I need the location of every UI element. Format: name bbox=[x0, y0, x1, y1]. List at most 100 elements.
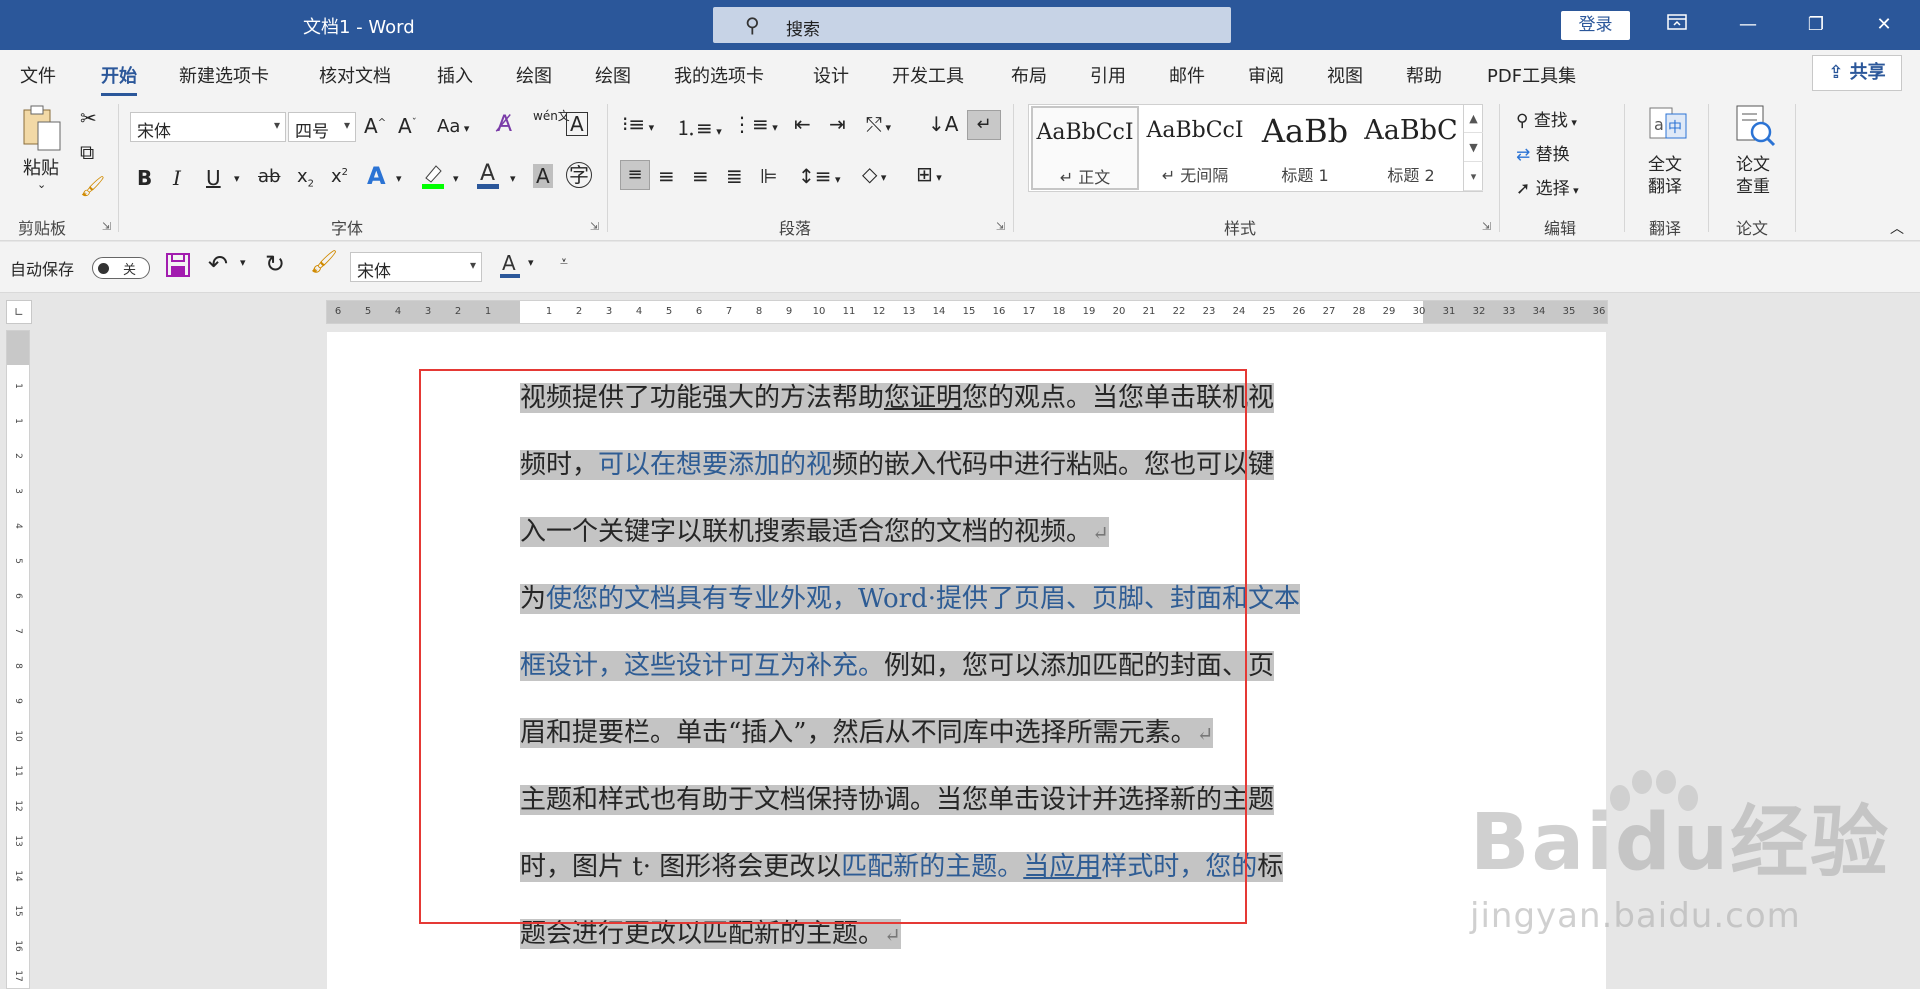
highlight-dropdown-icon[interactable]: ▾ bbox=[453, 172, 459, 185]
numbering-icon[interactable]: ⒈≡ ▾ bbox=[676, 112, 722, 141]
line-spacing-icon[interactable]: ↕≡ ▾ bbox=[798, 164, 841, 188]
tab-insert[interactable]: 插入 bbox=[437, 62, 473, 88]
decrease-indent-icon[interactable]: ⇤ bbox=[794, 112, 811, 136]
shrink-font-icon[interactable]: Aˇ bbox=[398, 114, 417, 138]
bullets-icon[interactable]: ⁝≡ ▾ bbox=[622, 112, 654, 136]
style-no-spacing[interactable]: AaBbCcI ↵ 无间隔 bbox=[1141, 106, 1249, 190]
text-direction-icon[interactable]: ⤲ ▾ bbox=[866, 112, 891, 136]
undo-icon[interactable]: ↶ bbox=[208, 250, 228, 278]
tab-design[interactable]: 设计 bbox=[813, 62, 849, 88]
clear-formatting-icon[interactable]: A̸ bbox=[497, 112, 512, 137]
tab-help[interactable]: 帮助 bbox=[1406, 62, 1442, 88]
text-effects-icon[interactable]: A bbox=[367, 162, 386, 190]
vertical-ruler[interactable]: 1 1 2 3 4 5 6 7 8 9 10 11 12 13 14 15 16… bbox=[6, 330, 30, 989]
borders-icon[interactable]: ⊞ ▾ bbox=[916, 162, 942, 186]
character-shading-icon[interactable]: A bbox=[533, 164, 553, 188]
format-painter-icon[interactable]: 🖌 bbox=[80, 174, 105, 198]
save-icon[interactable] bbox=[165, 252, 191, 283]
find-button[interactable]: ⚲ 查找 ▾ bbox=[1516, 106, 1577, 131]
window-title: 文档1 - Word bbox=[303, 17, 415, 38]
increase-indent-icon[interactable]: ⇥ bbox=[829, 112, 846, 136]
tab-selector[interactable]: ∟ bbox=[6, 300, 32, 324]
align-center-icon[interactable]: ≡ bbox=[658, 164, 675, 188]
qat-font-color-dropdown-icon[interactable]: ▾ bbox=[528, 256, 534, 269]
qat-font-combo[interactable]: 宋体 ▾ bbox=[350, 252, 482, 282]
styles-launcher-icon[interactable]: ⇲ bbox=[1482, 220, 1491, 233]
chevron-down-icon[interactable]: ▼ bbox=[1464, 133, 1483, 162]
justify-icon[interactable]: ≣ bbox=[726, 164, 743, 188]
multilevel-list-icon[interactable]: ⋮≡ ▾ bbox=[732, 112, 778, 136]
subscript-icon[interactable]: x2 bbox=[297, 166, 314, 190]
shading-icon[interactable]: ◇ ▾ bbox=[862, 162, 886, 186]
font-color-icon[interactable]: A bbox=[475, 160, 501, 195]
tab-draw-1[interactable]: 绘图 bbox=[516, 62, 552, 88]
align-left-icon[interactable]: ≡ bbox=[620, 160, 650, 190]
superscript-icon[interactable]: x2 bbox=[331, 166, 348, 187]
chevron-up-icon[interactable]: ▲ bbox=[1464, 104, 1483, 133]
highlight-color-icon[interactable] bbox=[420, 162, 446, 195]
tab-review[interactable]: 审阅 bbox=[1248, 62, 1284, 88]
tab-layout[interactable]: 布局 bbox=[1011, 62, 1047, 88]
copy-icon[interactable]: ⧉ bbox=[80, 140, 94, 164]
restore-icon[interactable]: ❐ bbox=[1793, 8, 1839, 42]
change-case-button[interactable]: Aa ▾ bbox=[437, 116, 469, 137]
distributed-icon[interactable]: ⊫ bbox=[760, 164, 777, 188]
underline-icon[interactable]: U bbox=[206, 166, 221, 190]
font-color-dropdown-icon[interactable]: ▾ bbox=[510, 172, 516, 185]
character-border-icon[interactable]: A bbox=[566, 112, 588, 136]
tab-review-doc[interactable]: 核对文档 bbox=[319, 62, 391, 88]
login-button[interactable]: 登录 bbox=[1561, 11, 1630, 40]
paper-check-button[interactable] bbox=[1733, 104, 1777, 153]
customize-qat-icon[interactable]: ⩡ bbox=[560, 254, 568, 270]
style-heading-2[interactable]: AaBbC 标题 2 bbox=[1357, 106, 1465, 190]
format-painter-qat-icon[interactable]: 🖌 bbox=[310, 250, 338, 275]
tab-pdf-tools[interactable]: PDF工具集 bbox=[1487, 62, 1576, 88]
undo-dropdown-icon[interactable]: ▾ bbox=[240, 256, 246, 269]
style-normal[interactable]: AaBbCcI ↵ 正文 bbox=[1031, 106, 1139, 190]
italic-icon[interactable]: I bbox=[173, 166, 181, 190]
autosave-toggle[interactable]: 关 bbox=[92, 257, 150, 279]
share-button[interactable]: ⇪ 共享 bbox=[1812, 55, 1902, 91]
ribbon-display-options-icon[interactable] bbox=[1654, 8, 1700, 42]
ruler-tick: 2 bbox=[575, 306, 583, 317]
tab-mailings[interactable]: 邮件 bbox=[1169, 62, 1205, 88]
more-styles-icon[interactable]: ▾ bbox=[1464, 162, 1483, 191]
enclose-characters-icon[interactable]: 字 bbox=[566, 162, 592, 188]
font-launcher-icon[interactable]: ⇲ bbox=[590, 220, 599, 233]
underline-dropdown-icon[interactable]: ▾ bbox=[234, 172, 240, 185]
grow-font-icon[interactable]: A^ bbox=[364, 114, 386, 138]
select-button[interactable]: ➚ 选择 ▾ bbox=[1516, 174, 1579, 199]
tab-developer[interactable]: 开发工具 bbox=[892, 62, 964, 88]
paragraph-launcher-icon[interactable]: ⇲ bbox=[996, 220, 1005, 233]
minimize-icon[interactable]: — bbox=[1725, 8, 1771, 42]
horizontal-ruler[interactable]: 6 5 4 3 2 1 1 2 3 4 5 6 7 8 9 10 11 12 1… bbox=[326, 300, 1608, 324]
search-input[interactable]: ⚲ 搜索 bbox=[713, 7, 1231, 43]
bold-icon[interactable]: B bbox=[137, 166, 152, 190]
tab-draw-2[interactable]: 绘图 bbox=[595, 62, 631, 88]
collapse-ribbon-icon[interactable]: ︿ bbox=[1890, 218, 1904, 238]
clipboard-launcher-icon[interactable]: ⇲ bbox=[102, 220, 111, 233]
paste-button[interactable] bbox=[20, 104, 64, 159]
tab-home[interactable]: 开始 bbox=[101, 62, 137, 96]
cut-icon[interactable]: ✂ bbox=[80, 106, 97, 130]
text-effects-dropdown-icon[interactable]: ▾ bbox=[396, 172, 402, 185]
show-paragraph-marks-icon[interactable]: ↵ bbox=[967, 110, 1001, 140]
font-name-combo[interactable]: 宋体 ▾ bbox=[130, 112, 286, 142]
tab-view[interactable]: 视图 bbox=[1327, 62, 1363, 88]
phonetic-guide-icon[interactable]: wén文 bbox=[533, 110, 570, 122]
qat-font-color-icon[interactable]: A bbox=[498, 250, 522, 285]
replace-button[interactable]: ⇄ 替换 bbox=[1516, 140, 1570, 165]
tab-file[interactable]: 文件 bbox=[20, 62, 56, 88]
sort-icon[interactable]: ↓A bbox=[928, 112, 958, 136]
align-right-icon[interactable]: ≡ bbox=[692, 164, 709, 188]
close-icon[interactable]: ✕ bbox=[1861, 8, 1907, 42]
tab-new-tab[interactable]: 新建选项卡 bbox=[179, 62, 269, 88]
redo-icon[interactable]: ↻ bbox=[265, 250, 285, 278]
style-heading-1[interactable]: AaBb 标题 1 bbox=[1251, 106, 1359, 190]
full-translate-button[interactable]: a中 bbox=[1646, 104, 1690, 149]
paste-dropdown-icon[interactable]: ⌄ bbox=[37, 178, 46, 191]
font-size-combo[interactable]: 四号 ▾ bbox=[288, 112, 356, 142]
tab-my-tab[interactable]: 我的选项卡 bbox=[674, 62, 764, 88]
tab-references[interactable]: 引用 bbox=[1090, 62, 1126, 88]
strikethrough-icon[interactable]: ab bbox=[258, 166, 280, 187]
